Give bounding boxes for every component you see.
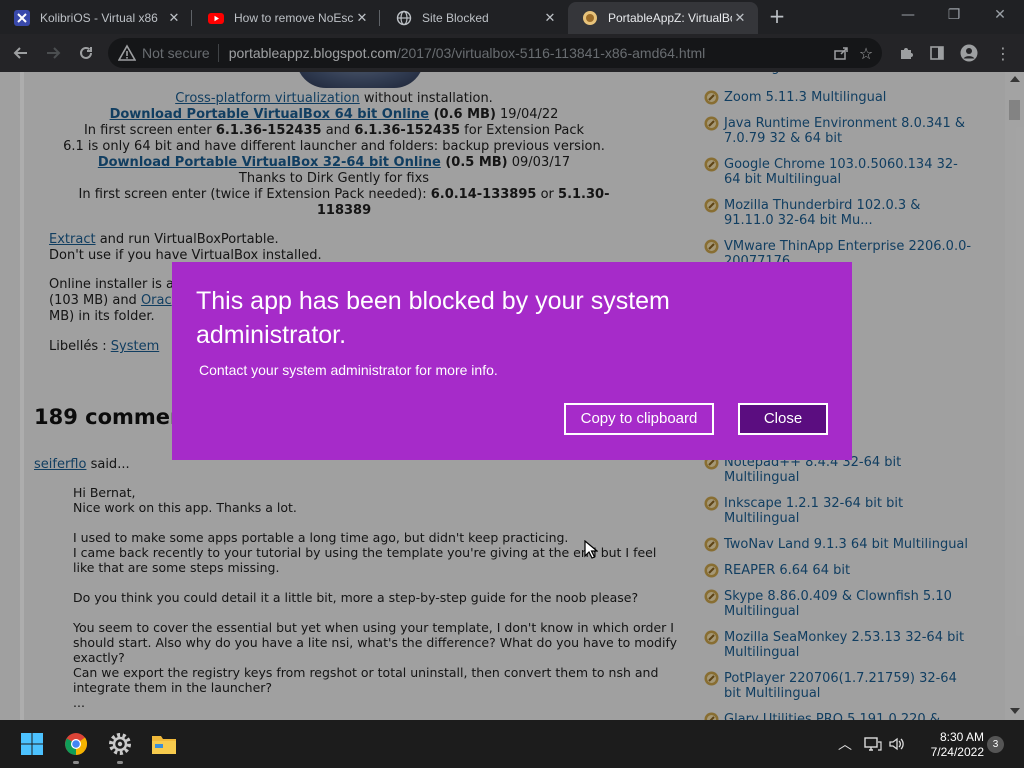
running-indicator xyxy=(73,761,79,764)
globe-icon xyxy=(396,10,412,26)
tab-close-icon[interactable]: ✕ xyxy=(732,10,748,26)
chrome-taskbar-icon[interactable] xyxy=(60,728,92,764)
tab-close-icon[interactable]: ✕ xyxy=(542,10,558,26)
mouse-cursor-icon xyxy=(584,540,598,559)
tray-overflow-chevron-icon[interactable]: ︿ xyxy=(838,734,852,754)
window-close-icon[interactable]: ✕ xyxy=(980,3,1020,27)
kolibri-favicon-icon xyxy=(14,10,30,26)
minimize-icon[interactable]: — xyxy=(888,3,928,27)
tab-title: PortableAppZ: VirtualBox xyxy=(608,11,732,25)
tab-close-icon[interactable]: ✕ xyxy=(354,10,370,26)
browser-tab-strip: KolibriOS - Virtual x86 ✕ How to remove … xyxy=(0,0,1024,34)
clock-date: 7/24/2022 xyxy=(930,745,984,759)
start-button-windows-icon[interactable] xyxy=(16,728,48,760)
running-indicator xyxy=(117,761,123,764)
windows-taskbar: ︿ 8:30 AM 7/24/2022 3 xyxy=(0,720,1024,768)
new-tab-plus-icon[interactable]: + xyxy=(766,5,788,27)
tab-title: How to remove NoEscape xyxy=(234,11,354,25)
app-blocked-dialog: This app has been blocked by your system… xyxy=(172,262,852,460)
screen: KolibriOS - Virtual x86 ✕ How to remove … xyxy=(0,0,1024,768)
settings-gear-taskbar-icon[interactable] xyxy=(104,728,136,764)
copy-to-clipboard-button[interactable]: Copy to clipboard xyxy=(564,403,714,435)
tab-title: Site Blocked xyxy=(422,11,489,25)
close-button[interactable]: Close xyxy=(738,403,828,435)
dialog-title: This app has been blocked by your system… xyxy=(196,287,670,349)
clock-time: 8:30 AM xyxy=(939,730,984,744)
youtube-favicon-icon xyxy=(208,13,224,24)
tab-kolibrios[interactable]: KolibriOS - Virtual x86 ✕ xyxy=(0,2,192,34)
tab-separator xyxy=(191,10,192,26)
portableappz-favicon-icon xyxy=(583,11,597,25)
volume-speaker-icon[interactable] xyxy=(888,736,906,756)
dialog-message: Contact your system administrator for mo… xyxy=(199,362,498,378)
tab-noescape[interactable]: How to remove NoEscape ✕ xyxy=(194,2,380,34)
tab-portableappz[interactable]: PortableAppZ: VirtualBox ✕ xyxy=(568,2,758,34)
tab-site-blocked[interactable]: Site Blocked ✕ xyxy=(382,2,568,34)
tab-separator xyxy=(379,10,380,26)
restore-icon[interactable]: ❐ xyxy=(934,3,974,27)
system-clock[interactable]: 8:30 AM 7/24/2022 xyxy=(912,730,984,760)
network-icon[interactable] xyxy=(864,736,882,756)
tab-close-icon[interactable]: ✕ xyxy=(166,10,182,26)
notification-count-badge[interactable]: 3 xyxy=(987,736,1004,753)
tab-title: KolibriOS - Virtual x86 xyxy=(40,11,158,25)
file-explorer-folder-icon[interactable] xyxy=(148,728,180,760)
